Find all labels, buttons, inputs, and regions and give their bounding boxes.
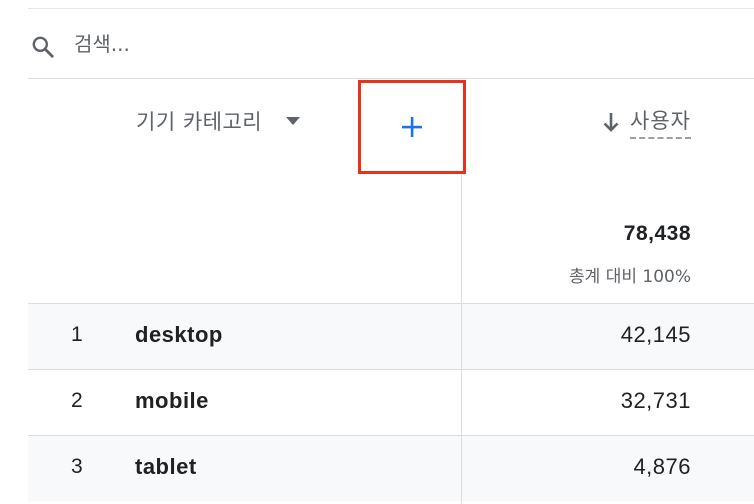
row-index: 3: [71, 455, 83, 478]
dimension-column-label: 기기 카테고리: [136, 110, 263, 134]
search-icon[interactable]: [30, 34, 56, 60]
row-metric-value: 4,876: [633, 454, 691, 479]
plus-icon: [402, 117, 422, 137]
search-bar: [28, 8, 754, 79]
arrow-down-icon[interactable]: [602, 111, 620, 133]
table-row[interactable]: 1 desktop 42,145: [28, 303, 754, 369]
row-metric-value: 32,731: [620, 388, 691, 413]
row-dimension-value: tablet: [135, 454, 197, 479]
add-dimension-button[interactable]: [358, 80, 466, 174]
row-index: 1: [71, 323, 83, 346]
metric-column-label[interactable]: 사용자: [630, 105, 691, 139]
table-row[interactable]: 3 tablet 4,876: [28, 435, 754, 501]
row-dimension-value: desktop: [135, 322, 223, 347]
cell-divider: [461, 436, 462, 501]
row-metric-value: 42,145: [620, 322, 691, 347]
report-table: 기기 카테고리 사용자 78,438 총계 대비 100% 1 desktop …: [0, 0, 754, 504]
cell-divider: [461, 304, 462, 369]
dimension-column-header[interactable]: 기기 카테고리: [136, 106, 301, 136]
metric-column-header[interactable]: 사용자: [602, 104, 691, 140]
cell-divider: [461, 370, 462, 435]
row-dimension-value: mobile: [135, 388, 209, 413]
search-input[interactable]: [74, 27, 674, 61]
total-value: 78,438: [623, 222, 691, 245]
row-index: 2: [71, 389, 83, 412]
dropdown-arrow-icon[interactable]: [286, 117, 301, 125]
total-caption: 총계 대비 100%: [569, 267, 691, 287]
table-row[interactable]: 2 mobile 32,731: [28, 369, 754, 435]
